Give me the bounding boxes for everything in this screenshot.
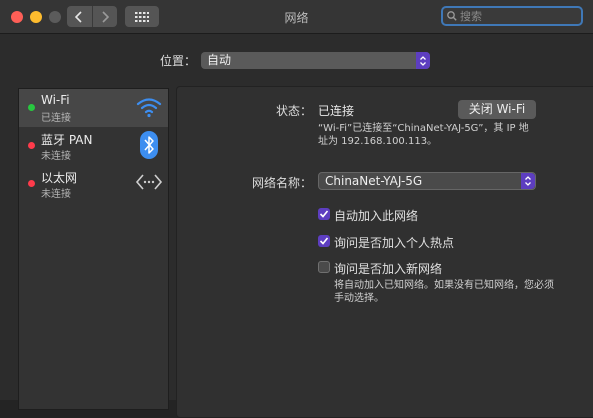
service-list: Wi-Fi 已连接 蓝牙 PAN 未连接 以太网 未连接 xyxy=(18,88,169,410)
ask-new-network-label[interactable]: 询问是否加入新网络 xyxy=(334,260,442,277)
search-field[interactable] xyxy=(441,6,583,26)
search-icon xyxy=(447,11,457,21)
service-name: 以太网 xyxy=(41,171,78,185)
network-name-value: ChinaNet-YAJ-5G xyxy=(325,174,423,188)
chevron-updown-icon xyxy=(420,55,426,66)
ethernet-icon xyxy=(135,174,163,190)
auto-join-checkbox[interactable] xyxy=(318,208,330,220)
network-name-stepper xyxy=(521,173,535,189)
network-preferences-window: 网络 位置： 自动 Wi-Fi 已连接 xyxy=(0,0,593,418)
chevron-updown-icon xyxy=(525,176,531,186)
auto-join-label[interactable]: 自动加入此网络 xyxy=(334,207,418,224)
network-name-select[interactable]: ChinaNet-YAJ-5G xyxy=(318,172,536,190)
turn-off-wifi-button[interactable]: 关闭 Wi-Fi xyxy=(458,100,536,119)
status-dot xyxy=(28,180,35,187)
wifi-icon xyxy=(136,98,162,118)
network-name-label: 网络名称： xyxy=(251,176,312,190)
status-description-line2: 址为 192.168.100.113。 xyxy=(318,136,438,147)
status-label: 状态： xyxy=(275,104,312,118)
status-dot xyxy=(28,104,35,111)
location-stepper xyxy=(416,52,430,69)
service-item-ethernet[interactable]: 以太网 未连接 xyxy=(19,165,168,203)
service-item-wifi[interactable]: Wi-Fi 已连接 xyxy=(19,89,168,127)
service-name: Wi-Fi xyxy=(41,93,70,107)
hint-line2: 手动选择。 xyxy=(334,293,384,304)
service-status: 未连接 xyxy=(41,189,71,200)
location-select[interactable]: 自动 xyxy=(201,52,430,69)
ask-new-network-checkbox[interactable] xyxy=(318,261,330,273)
status-value: 已连接 xyxy=(318,104,355,118)
location-label: 位置： xyxy=(160,54,197,68)
status-description-line1: “Wi-Fi”已连接至“ChinaNet-YAJ-5G”，其 IP 地 xyxy=(318,123,529,134)
bluetooth-icon xyxy=(140,131,158,159)
hint-line1: 将自动加入已知网络。如果没有已知网络，您必须 xyxy=(334,280,554,291)
service-name: 蓝牙 PAN xyxy=(41,133,93,147)
checkmark-icon xyxy=(319,210,329,218)
ask-hotspot-checkbox[interactable] xyxy=(318,235,330,247)
search-input[interactable] xyxy=(460,9,570,23)
ask-hotspot-label[interactable]: 询问是否加入个人热点 xyxy=(334,234,454,251)
service-status: 已连接 xyxy=(41,113,71,124)
service-status: 未连接 xyxy=(41,151,71,162)
location-value: 自动 xyxy=(207,53,232,67)
title-bar: 网络 xyxy=(0,0,593,34)
checkmark-icon xyxy=(319,237,329,245)
service-item-bluetooth-pan[interactable]: 蓝牙 PAN 未连接 xyxy=(19,127,168,165)
status-dot xyxy=(28,142,35,149)
